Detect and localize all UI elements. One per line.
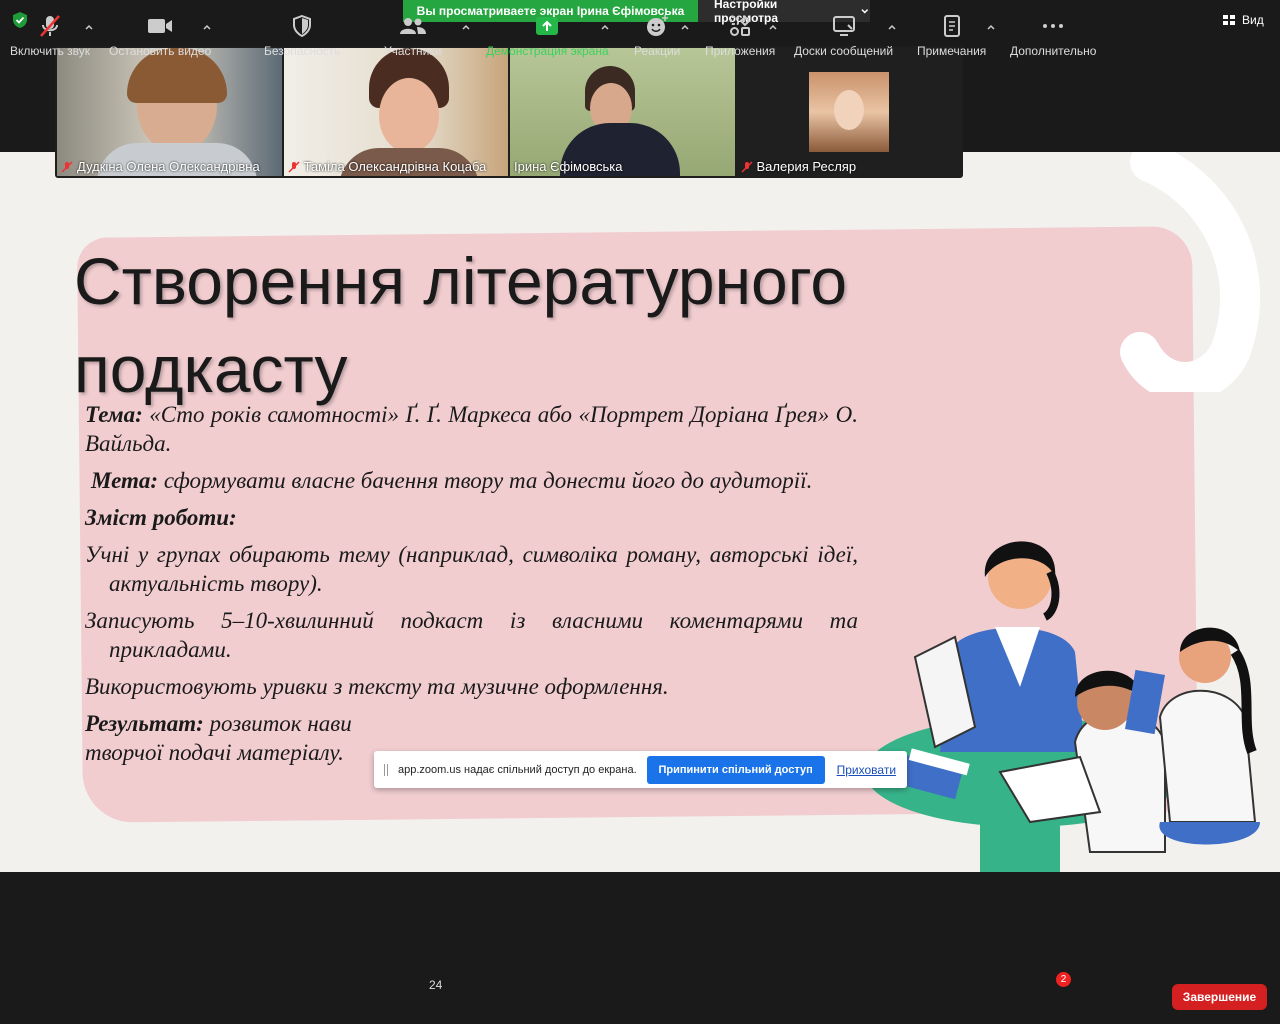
more-button[interactable]: Дополнительно bbox=[1010, 14, 1096, 58]
participants-options-chevron-icon[interactable] bbox=[461, 22, 471, 32]
more-dots-icon bbox=[1043, 24, 1064, 28]
decorative-swirl bbox=[1120, 152, 1260, 392]
muted-mic-icon bbox=[740, 160, 753, 173]
step-2: Записують 5–10-хвилинний подкаст із влас… bbox=[85, 608, 858, 662]
security-label: Безопасность bbox=[264, 44, 341, 58]
participant-name: Ірина Єфімовська bbox=[514, 159, 623, 174]
notes-label: Примечания bbox=[917, 44, 987, 58]
participant-name-tag: Ірина Єфімовська bbox=[514, 159, 622, 174]
participants-label: Участники bbox=[384, 44, 442, 58]
security-button[interactable]: Безопасность bbox=[264, 14, 341, 58]
participants-button[interactable]: Участники bbox=[384, 14, 441, 58]
muted-mic-icon bbox=[287, 160, 300, 173]
participants-count: 24 bbox=[429, 978, 443, 992]
apps-icon bbox=[730, 15, 751, 36]
people-icon bbox=[399, 18, 426, 34]
participant-avatar bbox=[808, 72, 889, 152]
view-button[interactable]: Вид bbox=[1222, 10, 1264, 30]
theme-label: Тема: bbox=[85, 402, 143, 427]
more-notification-badge: 2 bbox=[1056, 972, 1071, 987]
reactions-options-chevron-icon[interactable] bbox=[680, 22, 690, 32]
audio-options-chevron-icon[interactable] bbox=[84, 22, 94, 32]
result-text: розвиток нави bbox=[203, 711, 352, 736]
participant-name: Дудкіна Олена Олександрівна bbox=[77, 159, 260, 174]
share-screen-label: Демонстрация экрана bbox=[486, 44, 609, 58]
participant-video-face bbox=[378, 78, 439, 153]
slide-title: Створення літературного подкасту bbox=[74, 237, 847, 413]
goal-label: Мета: bbox=[91, 468, 159, 493]
share-options-chevron-icon[interactable] bbox=[600, 22, 610, 32]
reactions-button[interactable]: Реакции bbox=[634, 14, 680, 58]
apps-button[interactable]: Приложения bbox=[705, 14, 775, 58]
apps-options-chevron-icon[interactable] bbox=[768, 22, 778, 32]
shield-icon bbox=[293, 15, 312, 37]
muted-mic-icon bbox=[61, 160, 73, 173]
meeting-toolbar bbox=[0, 960, 1280, 1024]
step-3: Використовують уривки з тексту та музичн… bbox=[85, 674, 669, 699]
apps-label: Приложения bbox=[705, 44, 776, 58]
whiteboards-options-chevron-icon[interactable] bbox=[887, 22, 897, 32]
share-screen-button[interactable]: Демонстрация экрана bbox=[486, 14, 609, 58]
participant-name: Валерия Ресляр bbox=[756, 159, 857, 174]
slide-title-line1: Створення літературного bbox=[74, 244, 848, 318]
participant-tile[interactable]: Таміла Олександрівна Коцаба bbox=[283, 48, 508, 176]
participant-name: Таміла Олександрівна Коцаба bbox=[303, 159, 487, 174]
content-heading: Зміст роботи: bbox=[85, 503, 858, 532]
step-1: Учні у групах обирають тему (наприклад, … bbox=[85, 542, 858, 596]
reactions-label: Реакции bbox=[634, 44, 681, 58]
participant-tile-active-speaker[interactable]: Ірина Єфімовська bbox=[510, 48, 735, 176]
notes-options-chevron-icon[interactable] bbox=[986, 22, 996, 32]
participant-name-tag: Валерия Ресляр bbox=[740, 159, 857, 174]
muted-mic-icon bbox=[40, 15, 60, 37]
avatar-face bbox=[833, 90, 864, 130]
result-text-continued: творчої подачі матеріалу. bbox=[85, 740, 344, 765]
share-message: app.zoom.us надає спільний доступ до екр… bbox=[398, 763, 637, 776]
whiteboard-icon bbox=[832, 16, 855, 36]
participant-tile[interactable]: Валерия Ресляр bbox=[736, 48, 961, 176]
share-screen-icon bbox=[536, 17, 559, 35]
result-label: Результат: bbox=[85, 711, 204, 736]
grid-view-icon bbox=[1223, 15, 1235, 25]
more-label: Дополнительно bbox=[1010, 44, 1097, 58]
theme-paragraph: Тема: «Сто років самотності» Ґ. Ґ. Марке… bbox=[85, 400, 858, 458]
notes-button[interactable]: Примечания bbox=[917, 14, 986, 58]
unmute-button[interactable]: Включить звук bbox=[10, 14, 90, 58]
participant-name-tag: Таміла Олександрівна Коцаба bbox=[287, 159, 487, 174]
view-button-label: Вид bbox=[1242, 13, 1264, 27]
goal-paragraph: Мета: сформувати власне бачення твору та… bbox=[85, 466, 858, 495]
stop-video-button[interactable]: Остановить видео bbox=[109, 14, 211, 58]
students-illustration bbox=[865, 541, 1260, 872]
content-label: Зміст роботи: bbox=[85, 505, 237, 530]
stop-sharing-button[interactable]: Припинити спільний доступ bbox=[646, 755, 825, 784]
whiteboards-label: Доски сообщений bbox=[794, 44, 894, 58]
participant-gallery: Дудкіна Олена Олександрівна Таміла Олекс… bbox=[55, 46, 963, 178]
drag-handle[interactable] bbox=[384, 763, 388, 776]
participant-tile[interactable]: Дудкіна Олена Олександрівна bbox=[57, 48, 282, 176]
goal-text: сформувати власне бачення твору та донес… bbox=[158, 468, 813, 493]
video-camera-icon bbox=[148, 19, 173, 33]
screen-share-notification: app.zoom.us надає спільний доступ до екр… bbox=[374, 751, 907, 788]
video-options-chevron-icon[interactable] bbox=[202, 22, 212, 32]
unmute-label: Включить звук bbox=[10, 44, 91, 58]
whiteboards-button[interactable]: Доски сообщений bbox=[794, 14, 893, 58]
slide-body: Тема: «Сто років самотності» Ґ. Ґ. Марке… bbox=[85, 400, 858, 775]
stop-video-label: Остановить видео bbox=[109, 44, 212, 58]
notes-icon bbox=[943, 15, 960, 37]
theme-text: «Сто років самотності» Ґ. Ґ. Маркеса або… bbox=[85, 402, 858, 456]
smiley-plus-icon bbox=[647, 15, 669, 36]
hide-link[interactable]: Приховати bbox=[837, 763, 896, 777]
end-meeting-button[interactable]: Завершение bbox=[1172, 984, 1267, 1010]
participant-name-tag: Дудкіна Олена Олександрівна bbox=[61, 159, 260, 174]
